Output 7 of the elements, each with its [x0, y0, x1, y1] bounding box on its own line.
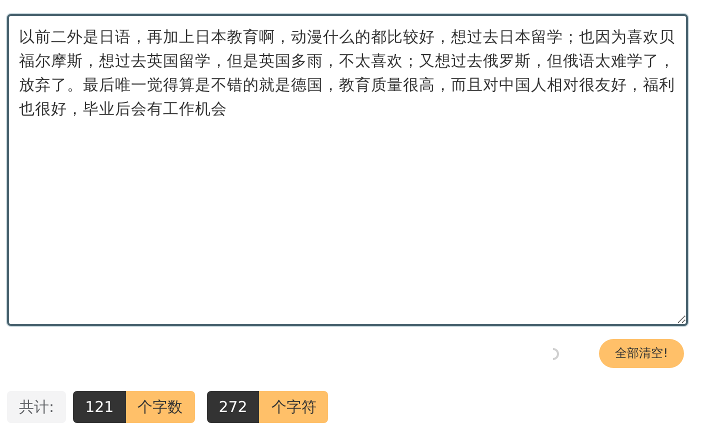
text-area[interactable]: 以前二外是日语，再加上日本教育啊，动漫什么的都比较好，想过去日本留学；也因为喜欢贝福尔摩斯，想过去英国留学，但是英国多雨，不太喜欢；又想过去俄罗斯，但俄语太难学了，放弃了。最后唯一觉得算是不错的就是德国，教育质量很高，而且对中国人相对很友好，福利也很好，毕业后会有工作机会 — [7, 14, 688, 326]
clear-all-button[interactable]: 全部清空! — [599, 339, 684, 368]
count-value: 121 — [73, 391, 126, 423]
count-unit: 个字符 — [259, 391, 328, 423]
count-unit: 个字数 — [126, 391, 195, 423]
count-value: 272 — [206, 391, 260, 423]
total-label: 共计: — [7, 391, 66, 423]
